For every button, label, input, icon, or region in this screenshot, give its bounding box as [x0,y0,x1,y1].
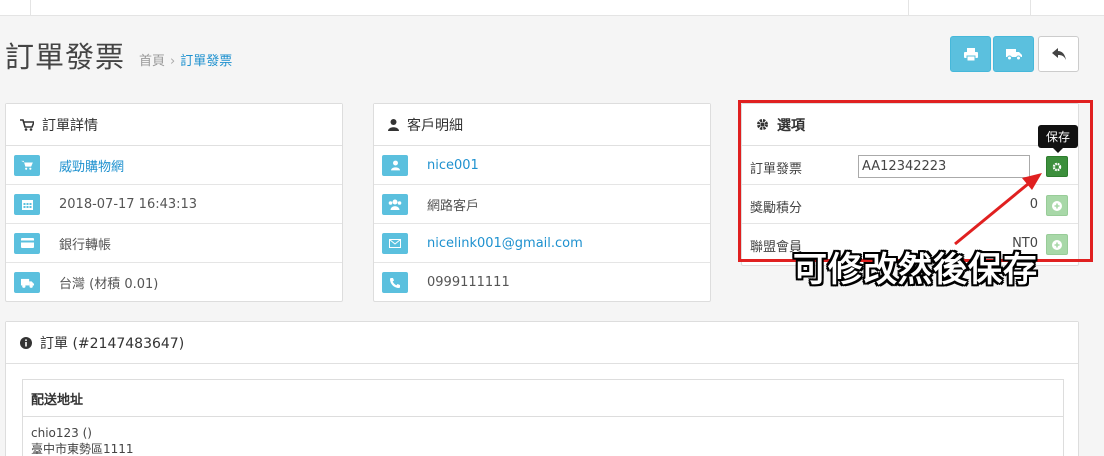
store-row: 威勁購物網 [6,146,342,185]
user-icon [388,118,399,131]
print-button[interactable] [950,36,991,72]
customer-phone: 0999111111 [427,275,510,290]
shopping-cart-icon[interactable] [14,154,40,176]
order-details-heading: 訂單詳情 [6,104,342,146]
shipping-row: 台灣 (材積 0.01) [6,263,342,302]
breadcrumb-current[interactable]: 訂單發票 [180,54,232,69]
customer-panel: 客戶明細 nice001 網路客戶 nicelink001@gmail.com … [373,103,711,302]
envelope-icon[interactable] [382,232,408,254]
shipping-address-box: 配送地址 chio123 () 臺中市東勢區1111 [22,379,1064,456]
email-row: nicelink001@gmail.com [374,224,710,263]
info-circle-icon [20,336,32,349]
annotation-text: 可修改然後保存 [793,250,1038,290]
customer-group: 網路客戶 [427,198,480,214]
username-row: nice001 [374,146,710,185]
order-title: 訂單 (#2147483647) [40,335,185,352]
phone-icon[interactable] [382,272,408,293]
breadcrumb-separator: › [170,54,176,69]
shopping-cart-icon [20,118,34,131]
user-icon[interactable] [382,154,408,176]
address-line: chio123 () [31,426,92,440]
group-row: 網路客戶 [374,185,710,224]
navbar-divider [1030,0,1031,16]
date-row: 2018-07-17 16:43:13 [6,185,342,224]
order-date: 2018-07-17 16:43:13 [59,196,198,212]
customer-title: 客戶明細 [407,117,463,134]
customer-heading: 客戶明細 [374,104,710,146]
breadcrumb-home[interactable]: 首頁 [139,54,165,69]
shipping-button[interactable] [993,36,1034,72]
users-group-icon[interactable] [382,193,408,215]
credit-card-icon[interactable] [14,232,40,254]
top-navbar [0,0,1104,16]
back-button[interactable] [1038,36,1079,72]
navbar-divider [908,0,909,16]
order-details-title: 訂單詳情 [42,117,98,134]
highlight-box [738,100,1093,262]
payment-method: 銀行轉帳 [59,237,112,253]
order-details-panel: 訂單詳情 威勁購物網 2018-07-17 16:43:13 銀行轉帳 台灣 (… [5,103,343,302]
store-link[interactable]: 威勁購物網 [59,156,124,175]
reply-icon [1051,48,1066,60]
truck-icon[interactable] [14,272,40,293]
shipping-address-heading: 配送地址 [23,380,1063,417]
truck-icon [1005,49,1022,60]
shipping-address-body: chio123 () 臺中市東勢區1111 [23,417,1063,456]
breadcrumb: 首頁 › 訂單發票 [139,50,232,69]
navbar-divider [30,0,31,16]
page-title: 訂單發票 [5,40,126,74]
payment-row: 銀行轉帳 [6,224,342,263]
phone-row: 0999111111 [374,263,710,302]
calendar-icon[interactable] [14,193,40,215]
customer-email-link[interactable]: nicelink001@gmail.com [427,236,583,251]
shipping-method: 台灣 (材積 0.01) [59,277,159,292]
print-icon [963,47,978,61]
customer-username-link[interactable]: nice001 [427,158,479,173]
order-heading: 訂單 (#2147483647) [6,322,1078,364]
address-line: 臺中市東勢區1111 [31,442,134,456]
